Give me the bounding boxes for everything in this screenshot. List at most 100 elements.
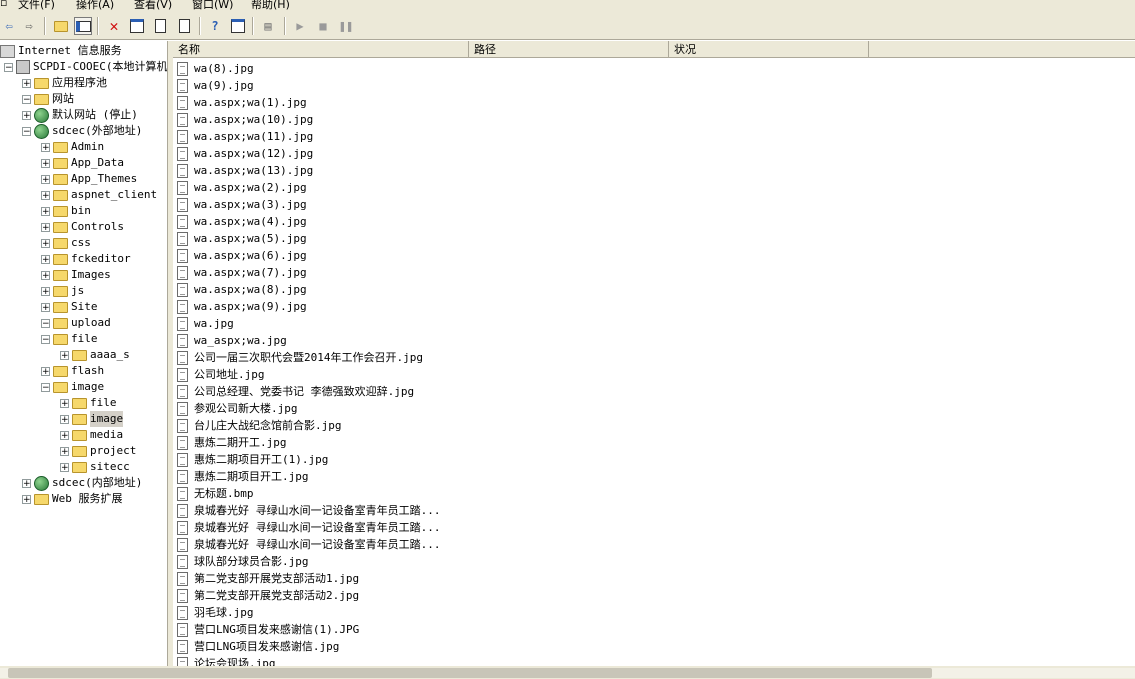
menu-view[interactable]: 查看(V) [134,0,172,12]
tree-node[interactable]: + sdcec(内部地址) [22,475,142,491]
tree-node[interactable]: + aspnet_client [41,187,157,203]
expand-toggle-icon[interactable]: + [60,414,69,424]
file-row[interactable]: wa.aspx;wa(6).jpg [177,247,307,264]
expand-toggle-icon[interactable]: + [41,142,50,152]
file-list-pane[interactable]: 名称 路径 状况 wa(8).jpg wa(9).jpg wa.aspx;wa(1)… [173,41,1135,666]
expand-toggle-icon[interactable]: + [41,190,50,200]
tree-pane[interactable]: Internet 信息服务 − SCPDI-COOEC(本地计算机) + 应用程序池 − 网… [0,41,167,679]
file-row[interactable]: 营口LNG项目发来感谢信(1).JPG [177,621,359,638]
up-folder-icon[interactable] [52,17,70,35]
console-window-icon[interactable] [229,17,247,35]
file-row[interactable]: wa.aspx;wa(4).jpg [177,213,307,230]
file-row[interactable]: 论坛会现场.jpg [177,655,276,666]
tree-node[interactable]: − sdcec(外部地址) [22,123,142,139]
file-row[interactable]: wa.aspx;wa(3).jpg [177,196,307,213]
tree-node[interactable]: + Site [41,299,98,315]
tree-node[interactable]: + css [41,235,91,251]
tree-node[interactable]: + js [41,283,84,299]
tree-node[interactable]: + project [60,443,136,459]
expand-toggle-icon[interactable]: + [41,254,50,264]
collapse-toggle-icon[interactable]: − [22,94,31,104]
file-row[interactable]: wa.aspx;wa(7).jpg [177,264,307,281]
tree-node[interactable]: − upload [41,315,111,331]
tree-node[interactable]: + 应用程序池 [22,75,107,91]
file-row[interactable]: 泉城春光好 寻绿山水间一记设备室青年员工踏... [177,502,441,519]
file-row[interactable]: 第二党支部开展党支部活动2.jpg [177,587,359,604]
file-row[interactable]: 公司一届三次职代会暨2014年工作会召开.jpg [177,349,423,366]
file-row[interactable]: 惠炼二期项目开工(1).jpg [177,451,328,468]
file-row[interactable]: wa.aspx;wa(10).jpg [177,111,313,128]
expand-toggle-icon[interactable]: + [41,222,50,232]
tree-node[interactable]: + image [60,411,124,427]
column-header-name[interactable]: 名称 [173,41,469,58]
expand-toggle-icon[interactable]: + [41,238,50,248]
tree-node[interactable]: + sitecc [60,459,130,475]
file-row[interactable]: wa(8).jpg [177,60,254,77]
column-header-status[interactable]: 状况 [669,41,869,58]
expand-toggle-icon[interactable]: + [41,302,50,312]
tree-node[interactable]: + Images [41,267,111,283]
tree-node[interactable]: + Admin [41,139,104,155]
file-row[interactable]: 羽毛球.jpg [177,604,254,621]
stop-icon[interactable]: ■ [314,17,332,35]
menu-action[interactable]: 操作(A) [76,0,114,12]
column-header-path[interactable]: 路径 [469,41,669,58]
expand-toggle-icon[interactable]: + [41,366,50,376]
play-icon[interactable]: ▶ [291,17,309,35]
file-row[interactable]: wa.aspx;wa(2).jpg [177,179,307,196]
tree-node[interactable]: Internet 信息服务 [0,43,122,59]
file-row[interactable]: 公司总经理、党委书记 李德强致欢迎辞.jpg [177,383,414,400]
tree-node[interactable]: + Controls [41,219,124,235]
file-row[interactable]: 台儿庄大战纪念馆前合影.jpg [177,417,342,434]
expand-toggle-icon[interactable]: + [41,158,50,168]
file-row[interactable]: 参观公司新大楼.jpg [177,400,298,417]
expand-toggle-icon[interactable]: + [22,494,31,504]
forward-arrow-icon[interactable]: ⇨ [20,17,38,35]
file-row[interactable]: wa.aspx;wa(9).jpg [177,298,307,315]
file-row[interactable]: wa_aspx;wa.jpg [177,332,287,349]
collapse-toggle-icon[interactable]: − [22,126,31,136]
tree-node[interactable]: + bin [41,203,91,219]
collapse-toggle-icon[interactable]: − [4,62,13,72]
tree-node[interactable]: + flash [41,363,104,379]
expand-toggle-icon[interactable]: + [41,206,50,216]
tree-node[interactable]: + media [60,427,123,443]
server-icon[interactable]: ▤ [259,17,277,35]
file-row[interactable]: wa.aspx;wa(1).jpg [177,94,307,111]
tree-node[interactable]: + fckeditor [41,251,131,267]
file-row[interactable]: 球队部分球员合影.jpg [177,553,309,570]
file-row[interactable]: 泉城春光好 寻绿山水间一记设备室青年员工踏... [177,536,441,553]
horizontal-scrollbar[interactable] [0,666,1135,679]
file-row[interactable]: 惠炼二期开工.jpg [177,434,287,451]
tree-node[interactable]: − 网站 [22,91,74,107]
file-row[interactable]: wa.aspx;wa(8).jpg [177,281,307,298]
tree-node[interactable]: + file [60,395,117,411]
expand-toggle-icon[interactable]: + [60,350,69,360]
tree-node[interactable]: − SCPDI-COOEC(本地计算机) [4,59,167,75]
file-row[interactable]: 第二党支部开展党支部活动1.jpg [177,570,359,587]
collapse-toggle-icon[interactable]: − [41,318,50,328]
expand-toggle-icon[interactable]: + [41,174,50,184]
expand-toggle-icon[interactable]: + [22,478,31,488]
help-icon[interactable]: ? [206,17,224,35]
menu-window[interactable]: 窗口(W) [192,0,233,12]
expand-toggle-icon[interactable]: + [60,446,69,456]
tree-node[interactable]: − file [41,331,98,347]
expand-toggle-icon[interactable]: + [41,270,50,280]
expand-toggle-icon[interactable]: + [41,286,50,296]
refresh-icon[interactable] [151,17,169,35]
menu-help[interactable]: 帮助(H) [251,0,290,12]
file-row[interactable]: 泉城春光好 寻绿山水间一记设备室青年员工踏... [177,519,441,536]
file-row[interactable]: 无标题.bmp [177,485,254,502]
delete-icon[interactable]: ✕ [105,17,123,35]
tree-node[interactable]: + aaaa_s [60,347,130,363]
file-row[interactable]: wa.aspx;wa(5).jpg [177,230,307,247]
file-row[interactable]: wa.aspx;wa(12).jpg [177,145,313,162]
file-row[interactable]: 公司地址.jpg [177,366,265,383]
tree-node[interactable]: + App_Data [41,155,124,171]
file-row[interactable]: wa.aspx;wa(11).jpg [177,128,313,145]
file-row[interactable]: wa(9).jpg [177,77,254,94]
tree-node[interactable]: − image [41,379,104,395]
expand-toggle-icon[interactable]: + [60,430,69,440]
expand-toggle-icon[interactable]: + [60,462,69,472]
